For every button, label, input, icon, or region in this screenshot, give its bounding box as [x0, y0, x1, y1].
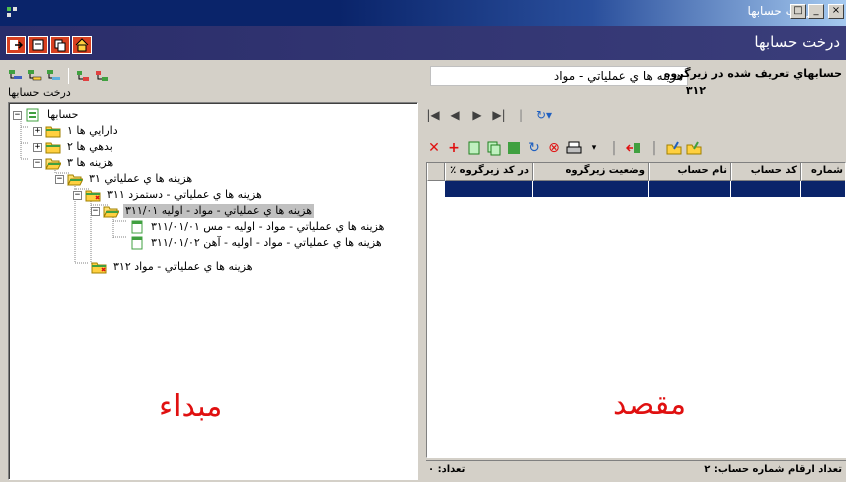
column-header[interactable]: شماره [801, 163, 845, 181]
tree-node-label: هزينه ها ۳ [67, 156, 114, 169]
tree-node-label: هزينه ها ي عملياتي - مواد ۳۱۲ [113, 260, 253, 273]
exit-button[interactable] [6, 36, 26, 54]
close-button[interactable]: × [828, 4, 844, 19]
refresh-dropdown-icon[interactable]: ↻▾ [536, 108, 552, 122]
import-icon[interactable] [686, 140, 702, 156]
open-button[interactable] [28, 36, 48, 54]
export-icon[interactable] [666, 140, 682, 156]
column-header[interactable]: ٪ در كد زيرگروه [445, 163, 533, 181]
edit-icon[interactable] [466, 140, 482, 156]
copy-button[interactable] [50, 36, 70, 54]
refresh-icon[interactable]: ↻ [526, 140, 542, 156]
collapse-toggle[interactable]: − [33, 158, 42, 168]
column-header[interactable]: كد حساب [731, 163, 801, 181]
destination-label: مقصد [613, 387, 687, 422]
next-record-icon[interactable]: ▶ [470, 108, 484, 122]
folder-icon [45, 126, 61, 138]
tree-node-expenses[interactable]: − هزينه ها ۳ [33, 155, 115, 171]
minimize-button[interactable]: _ [808, 4, 824, 19]
tree-node-copper[interactable]: هزينه ها ي عملياتي - مواد - اوليه - مس ۳… [129, 219, 386, 235]
subgroup-caption: حسابهاي تعريف شده در زيرگروه [663, 67, 842, 80]
record-count: تعداد: ۰ [428, 464, 466, 475]
tree-node-iron[interactable]: هزينه ها ي عملياتي - مواد - اوليه - آهن … [129, 235, 384, 251]
exit-icon [10, 40, 23, 50]
page-header: درخت حسابها [0, 26, 846, 60]
column-header[interactable]: نام حساب [649, 163, 731, 181]
tree-node-root[interactable]: − حسابها [13, 107, 80, 123]
cancel-icon[interactable]: ⊗ [546, 140, 562, 156]
tree-node-label: هزينه ها ي عملياتي ۳۱ [89, 172, 193, 185]
prev-record-icon[interactable]: ◀ [448, 108, 462, 122]
expand-toggle[interactable]: + [33, 126, 42, 136]
page-title: درخت حسابها [754, 33, 840, 51]
row-selector-header [427, 163, 445, 181]
tree-tool-icon-4[interactable] [75, 68, 91, 84]
source-label: مبداء [159, 389, 223, 424]
book-icon[interactable] [506, 140, 522, 156]
tree-tool-icon-3[interactable] [46, 68, 62, 84]
collapse-toggle[interactable]: − [73, 190, 82, 200]
tree-node-raw-materials[interactable]: − هزينه ها ي عملياتي - مواد - اوليه ۳۱۱/… [91, 203, 315, 219]
delete-icon[interactable]: ✕ [426, 140, 442, 156]
open-icon [32, 39, 44, 51]
table-row[interactable] [445, 181, 845, 197]
tree-node-label: هزينه ها ي عملياتي - مواد - اوليه - مس ۳… [151, 220, 385, 233]
first-record-icon[interactable]: |◀ [426, 108, 440, 122]
folder-star-icon [85, 190, 101, 202]
tree-node-assets[interactable]: + دارايي ها ۱ [33, 123, 120, 139]
open-folder-icon [45, 158, 61, 170]
expand-toggle[interactable]: + [33, 142, 42, 152]
open-folder-icon [103, 206, 119, 218]
document-icon [131, 220, 143, 234]
navigation-toolbar: |◀ ◀ ▶ ▶| | ↻▾ [426, 108, 553, 122]
app-icon [7, 7, 17, 17]
folder-icon [45, 142, 61, 154]
tree-node-label: دارايي ها ۱ [67, 124, 118, 137]
status-bar: تعداد: ۰ تعداد ارقام شماره حساب: ۲ [426, 460, 846, 480]
tree-node-label: هزينه ها ي عملياتي - دستمزد ۳۱۱ [107, 188, 262, 201]
tree-node-wages[interactable]: − هزينه ها ي عملياتي - دستمزد ۳۱۱ [73, 187, 264, 203]
folder-star-icon [91, 262, 107, 274]
home-button[interactable] [72, 36, 92, 54]
print-dropdown-icon[interactable]: ▾ [586, 140, 602, 156]
tree-tool-icon-5[interactable] [94, 68, 110, 84]
tree-node-label: بدهي ها ۲ [67, 140, 113, 153]
accounts-grid[interactable]: ٪ در كد زيرگروه وضعيت زيرگروه نام حساب ك… [426, 162, 846, 458]
column-header[interactable]: وضعيت زيرگروه [533, 163, 649, 181]
account-tree[interactable]: − حسابها + دارايي ها ۱ + بدهي ها ۲ − هزي… [8, 102, 418, 480]
collapse-toggle[interactable]: − [91, 206, 100, 216]
maximize-button[interactable]: □ [790, 4, 806, 19]
action-toolbar: ✕ + ↻ ⊗ ▾ | | [426, 138, 702, 158]
document-icon [131, 236, 143, 250]
open-folder-icon [67, 174, 83, 186]
tree-node-label: حسابها [47, 108, 79, 121]
tree-node-liabilities[interactable]: + بدهي ها ۲ [33, 139, 115, 155]
collapse-toggle[interactable]: − [55, 174, 64, 184]
copy-record-icon[interactable] [486, 140, 502, 156]
tree-caption: درخت حسابها [8, 86, 71, 99]
home-icon [75, 38, 89, 52]
account-digits-info: تعداد ارقام شماره حساب: ۲ [704, 464, 842, 475]
tree-node-label: هزينه ها ي عملياتي - مواد - اوليه ۳۱۱/۰۱ [123, 204, 315, 218]
tree-tool-icon-1[interactable] [8, 68, 24, 84]
subgroup-code: ۳۱۲ [685, 84, 706, 97]
accounts-icon [26, 108, 39, 122]
last-record-icon[interactable]: ▶| [492, 108, 506, 122]
tree-node-label: هزينه ها ي عملياتي - مواد - اوليه - آهن … [151, 236, 382, 249]
copy-icon [54, 39, 66, 52]
print-icon[interactable] [566, 140, 582, 156]
add-icon[interactable]: + [446, 140, 462, 156]
subgroup-name-field[interactable]: هزينه ها ي عملياتي - مواد [430, 66, 688, 86]
tree-node-materials[interactable]: هزينه ها ي عملياتي - مواد ۳۱۲ [91, 259, 255, 275]
window-titlebar[interactable]: درخت حسابها □ _ × [0, 0, 846, 26]
move-icon[interactable] [626, 140, 642, 156]
tree-tool-icon-2[interactable] [27, 68, 43, 84]
collapse-toggle[interactable]: − [13, 110, 22, 120]
tree-node-operating[interactable]: − هزينه ها ي عملياتي ۳۱ [55, 171, 194, 187]
